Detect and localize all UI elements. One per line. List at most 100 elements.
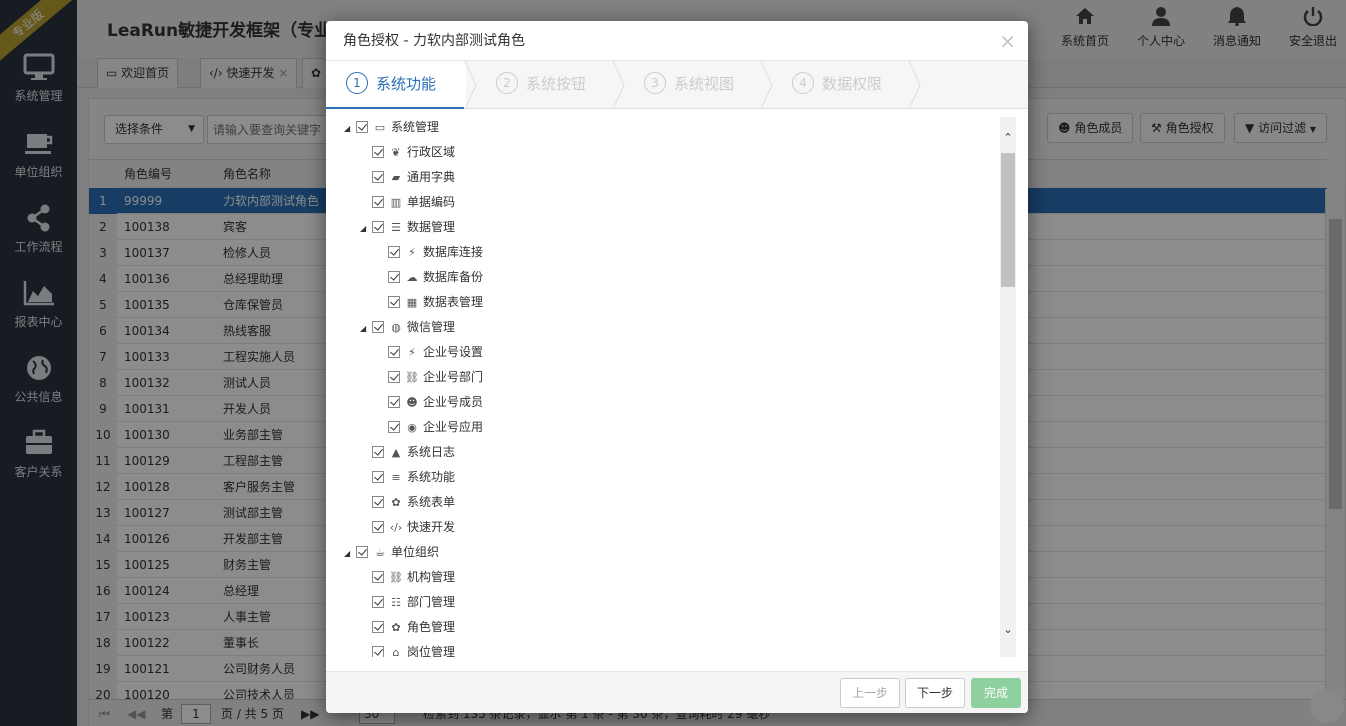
node-checkbox[interactable] (372, 221, 384, 233)
node-icon: ‹/› (389, 521, 403, 534)
node-checkbox[interactable] (372, 146, 384, 158)
tree-node[interactable]: ✿ 系统表单 (360, 492, 455, 512)
node-label: 数据表管理 (423, 295, 484, 309)
node-checkbox[interactable] (372, 621, 384, 633)
next-step-button[interactable]: 下一步 (905, 678, 965, 708)
step-data-permissions[interactable]: 4 数据权限 (772, 61, 912, 108)
dialog-title: 角色授权 - 力软内部测试角色 (326, 21, 1028, 61)
tree-node[interactable]: ▰ 通用字典 (360, 167, 455, 187)
node-checkbox[interactable] (372, 471, 384, 483)
tree-node[interactable]: ⌂ 岗位管理 (360, 642, 455, 657)
tree-node[interactable]: ▦ 数据表管理 (376, 292, 483, 312)
node-checkbox[interactable] (372, 496, 384, 508)
tree-node[interactable]: ⚡ 企业号设置 (376, 342, 483, 362)
node-label: 微信管理 (407, 320, 456, 334)
expand-toggle-icon[interactable]: ◢ (344, 544, 356, 564)
node-checkbox[interactable] (372, 646, 384, 657)
node-label: 数据库备份 (423, 270, 484, 284)
node-checkbox[interactable] (388, 371, 400, 383)
tree-scrollbar[interactable]: ⌃ ⌄ (1000, 117, 1016, 657)
tree-node[interactable]: ▥ 单据编码 (360, 192, 455, 212)
close-icon[interactable]: × (999, 29, 1016, 53)
tree-node[interactable]: ◉ 企业号应用 (376, 417, 483, 437)
node-label: 通用字典 (407, 170, 456, 184)
step-system-views[interactable]: 3 系统视图 (624, 61, 764, 108)
node-icon: ☁ (406, 271, 418, 284)
node-icon: ✿ (391, 621, 401, 634)
node-checkbox[interactable] (388, 421, 400, 433)
node-checkbox[interactable] (356, 546, 368, 558)
node-label: 系统管理 (391, 120, 440, 134)
step-system-buttons[interactable]: 2 系统按钮 (476, 61, 616, 108)
tree-node[interactable]: ⛓ 机构管理 (360, 567, 455, 587)
step-chevron-icon (908, 61, 921, 109)
node-label: 单据编码 (407, 195, 456, 209)
node-label: 企业号设置 (423, 345, 484, 359)
node-label: 快速开发 (407, 520, 456, 534)
tree-node[interactable]: ◢ ☰ 数据管理 (360, 217, 455, 237)
scroll-down-icon[interactable]: ⌄ (1001, 623, 1015, 636)
node-checkbox[interactable] (388, 396, 400, 408)
node-icon: ◍ (391, 321, 401, 334)
scroll-up-icon[interactable]: ⌃ (1001, 131, 1015, 144)
node-checkbox[interactable] (356, 121, 368, 133)
tree-node[interactable]: ▲ 系统日志 (360, 442, 455, 462)
node-checkbox[interactable] (372, 321, 384, 333)
tree-node[interactable]: ◢ ☕ 单位组织 (344, 542, 439, 562)
node-checkbox[interactable] (388, 246, 400, 258)
node-icon: ▦ (406, 296, 418, 309)
tree-node[interactable]: ☻ 企业号成员 (376, 392, 483, 412)
node-icon: ≡ (391, 471, 401, 484)
node-checkbox[interactable] (388, 296, 400, 308)
node-label: 数据库连接 (423, 245, 484, 259)
node-icon: ▰ (391, 171, 401, 184)
node-icon: ▭ (374, 121, 386, 134)
node-label: 系统日志 (407, 445, 456, 459)
tree-node[interactable]: ‹/› 快速开发 (360, 517, 455, 537)
role-authorize-dialog: 角色授权 - 力软内部测试角色 × 1 系统功能 2 系统按钮 3 系统视图 4 数据权… (326, 21, 1028, 713)
node-icon: ☕ (375, 546, 385, 559)
chat-icon[interactable] (1310, 689, 1344, 723)
node-icon: ❦ (391, 146, 401, 159)
tree-node[interactable]: ☷ 部门管理 (360, 592, 455, 612)
dialog-footer: 上一步 下一步 完成 (326, 671, 1028, 713)
tree-node[interactable]: ⛓ 企业号部门 (376, 367, 483, 387)
node-label: 行政区域 (407, 145, 456, 159)
tree-node[interactable]: ◢ ▭ 系统管理 (344, 117, 439, 137)
node-checkbox[interactable] (372, 446, 384, 458)
node-icon: ⚡ (408, 246, 416, 259)
node-icon: ◉ (407, 421, 417, 434)
node-label: 系统表单 (407, 495, 456, 509)
expand-toggle-icon[interactable]: ◢ (360, 319, 372, 339)
node-icon: ⛓ (389, 571, 403, 584)
node-icon: ✿ (391, 496, 401, 509)
node-label: 企业号部门 (423, 370, 484, 384)
node-icon: ☰ (391, 221, 401, 234)
prev-step-button[interactable]: 上一步 (840, 678, 900, 708)
node-icon: ▲ (391, 446, 401, 459)
node-label: 系统功能 (407, 470, 456, 484)
tree-node[interactable]: ☁ 数据库备份 (376, 267, 483, 287)
tree-node[interactable]: ✿ 角色管理 (360, 617, 455, 637)
tree-node[interactable]: ≡ 系统功能 (360, 467, 455, 487)
tree-node[interactable]: ◢ ◍ 微信管理 (360, 317, 455, 337)
tree-node[interactable]: ❦ 行政区域 (360, 142, 455, 162)
expand-toggle-icon[interactable]: ◢ (360, 219, 372, 239)
step-system-functions[interactable]: 1 系统功能 (326, 61, 466, 109)
node-label: 企业号应用 (423, 420, 484, 434)
node-icon: ⚡ (408, 346, 416, 359)
finish-button[interactable]: 完成 (971, 678, 1021, 708)
node-checkbox[interactable] (388, 271, 400, 283)
wizard-steps: 1 系统功能 2 系统按钮 3 系统视图 4 数据权限 (326, 61, 1028, 109)
node-checkbox[interactable] (372, 571, 384, 583)
node-label: 部门管理 (407, 595, 456, 609)
tree-node[interactable]: ⚡ 数据库连接 (376, 242, 483, 262)
node-checkbox[interactable] (372, 521, 384, 533)
node-icon: ☷ (391, 596, 401, 609)
expand-toggle-icon[interactable]: ◢ (344, 119, 356, 139)
node-checkbox[interactable] (372, 196, 384, 208)
node-label: 企业号成员 (423, 395, 484, 409)
node-checkbox[interactable] (372, 171, 384, 183)
node-checkbox[interactable] (388, 346, 400, 358)
node-checkbox[interactable] (372, 596, 384, 608)
